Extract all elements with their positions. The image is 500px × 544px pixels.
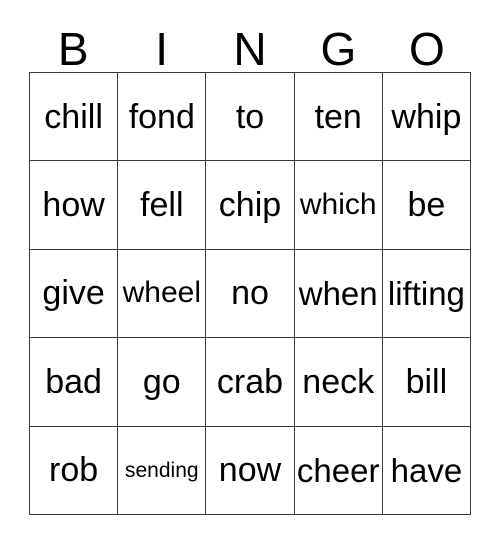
bingo-header-letter-n: N <box>233 23 267 75</box>
bingo-cell-r1c4[interactable]: ten <box>294 73 383 162</box>
bingo-header-letter-b: B <box>57 23 89 75</box>
bingo-card: B I N G O chill fond to ten whip how fel… <box>0 0 500 544</box>
bingo-cell-r5c1[interactable]: rob <box>30 426 119 515</box>
bingo-cell-label: how <box>42 186 105 225</box>
bingo-cell-label: chill <box>44 97 103 136</box>
bingo-cell-label: sending <box>125 458 199 482</box>
bingo-cell-label: no <box>231 274 269 313</box>
bingo-cell-r2c4[interactable]: which <box>294 161 383 250</box>
bingo-header-row: B I N G O <box>29 18 471 72</box>
bingo-cell-r4c2[interactable]: go <box>118 338 207 427</box>
bingo-cell-r3c2[interactable]: wheel <box>118 249 207 339</box>
bingo-cell-r3c4[interactable]: when <box>294 249 383 339</box>
bingo-cell-r1c3[interactable]: to <box>206 73 295 162</box>
bingo-cell-label: have <box>390 451 463 489</box>
bingo-cell-label: fond <box>128 97 195 136</box>
bingo-cell-label: whip <box>391 97 462 136</box>
bingo-cell-r5c3[interactable]: now <box>206 426 295 515</box>
bingo-cell-r5c2[interactable]: sending <box>118 426 207 515</box>
bingo-cell-label: fell <box>140 186 184 225</box>
bingo-cell-r5c5[interactable]: have <box>382 426 471 515</box>
bingo-cell-r4c3[interactable]: crab <box>206 338 295 427</box>
bingo-header-letter-g: G <box>320 23 357 75</box>
bingo-cell-r3c3[interactable]: no <box>206 249 295 339</box>
bingo-cell-label: now <box>218 451 282 490</box>
bingo-cell-r4c5[interactable]: bill <box>382 338 471 427</box>
bingo-cell-label: lifting <box>387 274 465 312</box>
bingo-cell-r2c3[interactable]: chip <box>206 161 295 250</box>
bingo-header-letter-o: O <box>408 23 445 75</box>
bingo-cell-label: wheel <box>122 276 201 310</box>
bingo-cell-label: go <box>142 362 181 401</box>
bingo-cell-label: which <box>299 188 377 222</box>
bingo-cell-r3c1[interactable]: give <box>30 249 119 339</box>
bingo-cell-r2c2[interactable]: fell <box>118 161 207 250</box>
bingo-cell-label: neck <box>302 362 375 401</box>
bingo-cell-label: give <box>42 274 105 313</box>
bingo-cell-r1c1[interactable]: chill <box>30 73 119 162</box>
bingo-cell-r5c4[interactable]: cheer <box>294 426 383 515</box>
bingo-cell-label: to <box>235 97 265 136</box>
bingo-cell-r1c2[interactable]: fond <box>118 73 207 162</box>
bingo-cell-label: bad <box>45 362 102 401</box>
bingo-grid: chill fond to ten whip how fell chip whi… <box>29 72 471 515</box>
bingo-cell-label: rob <box>49 451 99 490</box>
bingo-cell-label: bill <box>405 362 448 401</box>
bingo-cell-label: ten <box>314 97 362 136</box>
bingo-cell-label: when <box>298 274 378 312</box>
bingo-cell-label: cheer <box>296 451 380 489</box>
bingo-cell-r2c1[interactable]: how <box>30 161 119 250</box>
bingo-cell-r4c4[interactable]: neck <box>294 338 383 427</box>
bingo-cell-label: be <box>407 186 446 225</box>
bingo-cell-r4c1[interactable]: bad <box>30 338 119 427</box>
bingo-header-letter-i: I <box>155 23 168 75</box>
bingo-cell-r2c5[interactable]: be <box>382 161 471 250</box>
bingo-cell-label: crab <box>216 362 284 401</box>
bingo-cell-r3c5[interactable]: lifting <box>382 249 471 339</box>
bingo-cell-r1c5[interactable]: whip <box>382 73 471 162</box>
bingo-cell-label: chip <box>218 186 282 225</box>
